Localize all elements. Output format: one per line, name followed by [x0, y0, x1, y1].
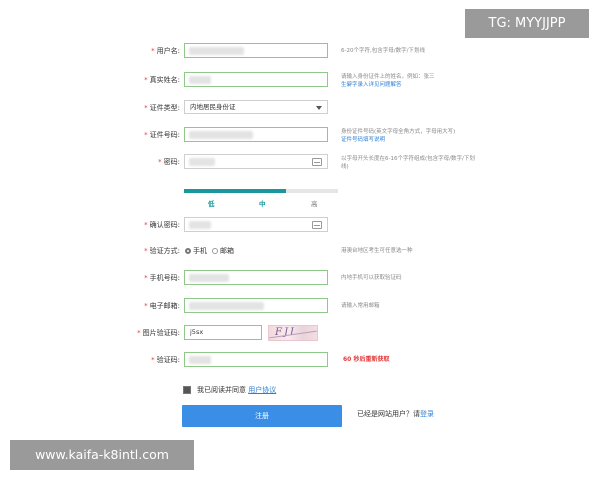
id-type-value: 内地居民身份证 [190, 103, 236, 111]
phone-label: * 手机号码: [144, 274, 180, 282]
captcha-row: * 图片验证码: j5sx FJI [0, 324, 600, 342]
register-button[interactable]: 注册 [182, 405, 342, 427]
phone-row: * 手机号码: 内地手机可以获取验证码 [0, 269, 600, 287]
realname-hint-link[interactable]: 生僻字录入详见问题解答 [341, 82, 402, 88]
verify-method-label: * 验证方式: [144, 247, 180, 255]
phone-hint: 内地手机可以获取验证码 [341, 275, 402, 281]
strength-mid-label: 中 [259, 200, 266, 208]
chevron-down-icon [316, 106, 322, 110]
agreement-checkbox[interactable] [183, 386, 191, 394]
realname-input[interactable] [184, 72, 328, 87]
id-number-row: * 证件号码: 身份证件号码(英文字母全角方式，字母用大写) 证件号码填写说明 [0, 126, 600, 144]
verify-method-row: * 验证方式: 手机 邮箱 港澳台地区考生可任意选一种 [0, 242, 600, 260]
id-type-label: * 证件类型: [144, 104, 180, 112]
username-label: * 用户名: [151, 47, 180, 55]
id-number-input[interactable] [184, 127, 328, 142]
username-input[interactable] [184, 43, 328, 58]
captcha-image[interactable]: FJI [268, 325, 318, 341]
password-label: * 密码: [158, 158, 180, 166]
keyboard-icon[interactable] [312, 158, 322, 166]
agreement: 我已阅读并同意 用户协议 [183, 385, 276, 395]
realname-hint: 请输入身份证件上的姓名，例如：张三 生僻字录入详见问题解答 [341, 73, 481, 89]
password-strength-fill [184, 189, 286, 193]
id-number-label: * 证件号码: [144, 131, 180, 139]
sms-code-input[interactable] [184, 352, 328, 367]
password-row: * 密码: 以字母开头长度在6-16个字符组成(包含字母/数字/下划线) [0, 153, 600, 171]
resend-countdown[interactable]: 60 秒后重新获取 [343, 353, 389, 367]
verify-option-phone-label: 手机 [193, 247, 207, 255]
email-row: * 电子邮箱: 请输入常用邮箱 [0, 297, 600, 315]
login-prompt-text: 已经是网站用户？请 [357, 410, 420, 418]
keyboard-icon[interactable] [312, 221, 322, 229]
user-agreement-link[interactable]: 用户协议 [248, 386, 276, 394]
realname-hint-text: 请输入身份证件上的姓名，例如：张三 [341, 74, 435, 80]
email-input[interactable] [184, 298, 328, 313]
email-hint: 请输入常用邮箱 [341, 303, 380, 309]
captcha-label: * 图片验证码: [137, 329, 180, 337]
realname-row: * 真实姓名: 请输入身份证件上的姓名，例如：张三 生僻字录入详见问题解答 [0, 71, 600, 89]
verify-method-hint: 港澳台地区考生可任意选一种 [341, 248, 413, 254]
username-row: * 用户名: 6-20个字符,包含字母/数字/下划线 [0, 42, 600, 60]
radio-selected-icon [185, 248, 191, 254]
tg-watermark: TG: MYYJJPP [465, 9, 589, 38]
password-hint: 以字母开头长度在6-16个字符组成(包含字母/数字/下划线) [341, 156, 475, 170]
id-type-row: * 证件类型: 内地居民身份证 [0, 99, 600, 117]
id-number-hint-text: 身份证件号码(英文字母全角方式，字母用大写) [341, 129, 456, 135]
captcha-input[interactable]: j5sx [184, 325, 262, 340]
confirm-password-row: * 确认密码: [0, 216, 600, 234]
strength-high-label: 高 [311, 200, 318, 208]
captcha-value: j5sx [190, 328, 204, 336]
id-number-hint-link[interactable]: 证件号码填写说明 [341, 137, 385, 143]
email-label: * 电子邮箱: [144, 302, 180, 310]
confirm-password-label: * 确认密码: [144, 221, 180, 229]
radio-icon [212, 248, 218, 254]
login-link[interactable]: 登录 [420, 410, 434, 418]
password-input[interactable] [184, 154, 328, 169]
verify-option-email-label: 邮箱 [220, 247, 234, 255]
verify-option-email[interactable]: 邮箱 [212, 242, 234, 260]
login-prompt: 已经是网站用户？请登录 [357, 409, 434, 419]
id-type-select[interactable]: 内地居民身份证 [184, 100, 328, 114]
sms-code-label: * 验证码: [151, 356, 180, 364]
confirm-password-input[interactable] [184, 217, 328, 232]
password-strength-bar [184, 189, 338, 193]
url-watermark: www.kaifa-k8intl.com [10, 440, 194, 470]
username-hint: 6-20个字符,包含字母/数字/下划线 [341, 48, 425, 54]
strength-low-label: 低 [208, 200, 215, 208]
sms-code-row: * 验证码: 60 秒后重新获取 [0, 351, 600, 369]
id-number-hint: 身份证件号码(英文字母全角方式，字母用大写) 证件号码填写说明 [341, 128, 481, 144]
agreement-text: 我已阅读并同意 [197, 386, 246, 394]
verify-option-phone[interactable]: 手机 [185, 242, 207, 260]
realname-label: * 真实姓名: [144, 76, 180, 84]
phone-input[interactable] [184, 270, 328, 285]
